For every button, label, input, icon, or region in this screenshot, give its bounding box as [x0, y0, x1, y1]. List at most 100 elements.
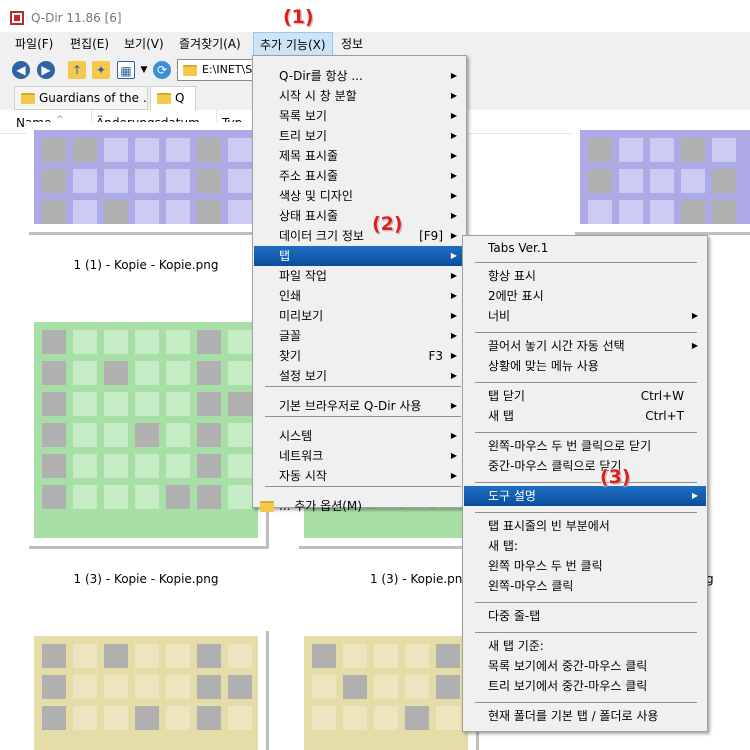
submenu-arrow-icon: ▶	[450, 331, 457, 340]
back-icon[interactable]: ◀	[12, 61, 30, 79]
tab-guardians[interactable]: Guardians of the ...	[14, 86, 148, 110]
tab-submenu-item-2[interactable]: 항상 표시	[464, 266, 706, 286]
forward-icon[interactable]: ▶	[37, 61, 55, 79]
thumbnail-cell	[42, 423, 66, 447]
thumbnail-cell	[681, 200, 705, 224]
thumbnail-cell	[374, 706, 398, 730]
menu-item-view-settings[interactable]: 설정 보기 ▶	[254, 366, 465, 386]
menu-item-default-browser[interactable]: 기본 브라우저로 Q-Dir 사용 ▶	[254, 396, 465, 416]
menu-item-tabs[interactable]: 탭 ▶	[254, 246, 465, 266]
menu-item-label: 왼쪽-마우스 클릭	[488, 579, 574, 593]
chevron-down-icon[interactable]: ▼	[135, 61, 153, 79]
thumbnail-1-1[interactable]	[26, 122, 266, 232]
thumbnail-cell	[197, 330, 221, 354]
menu-separator	[265, 486, 461, 487]
tab-submenu-item-19[interactable]: 트리 보기에서 중간-마우스 클릭	[464, 676, 706, 696]
thumbnail-cell	[312, 675, 336, 699]
new-folder-icon[interactable]: ✦	[92, 61, 110, 79]
menu-item-split-on-start[interactable]: 시작 시 창 분할 ▶	[254, 86, 465, 106]
tab-submenu-item-8[interactable]: 새 탭 Ctrl+T	[464, 406, 706, 426]
thumbnail-cell	[619, 138, 643, 162]
file-name-label[interactable]: g	[706, 572, 736, 586]
menu-item-print[interactable]: 인쇄 ▶	[254, 286, 465, 306]
tab-submenu-item-9[interactable]: 왼쪽-마우스 두 번 클릭으로 닫기	[464, 436, 706, 456]
tab-submenu-item-12[interactable]: 탭 표시줄의 빈 부분에서	[464, 516, 706, 536]
tab-submenu-item-1[interactable]: Tabs Ver.1	[464, 238, 706, 258]
menu-item-autostart[interactable]: 자동 시작 ▶	[254, 466, 465, 486]
tab-submenu-item-7[interactable]: 탭 닫기 Ctrl+W	[464, 386, 706, 406]
thumbnail-cell	[619, 169, 643, 193]
menu-item-more-options[interactable]: ... 추가 옵션(M)	[254, 496, 465, 516]
thumbnail-cell	[73, 138, 97, 162]
folder-icon	[157, 93, 171, 104]
thumbnail-cell	[712, 169, 736, 193]
tab-submenu-item-11[interactable]: 도구 설명 ▶	[464, 486, 706, 506]
menu-file[interactable]: 파일(F)	[9, 32, 59, 56]
menu-item-colors-design[interactable]: 색상 및 디자인 ▶	[254, 186, 465, 206]
menu-item-network[interactable]: 네트워크 ▶	[254, 446, 465, 466]
thumbnail-cell	[73, 644, 97, 668]
tab-submenu-item-3[interactable]: 2에만 표시	[464, 286, 706, 306]
up-folder-icon[interactable]: ↑	[68, 61, 86, 79]
thumbnail-3-2[interactable]	[296, 628, 476, 750]
tab-submenu-item-4[interactable]: 너비 ▶	[464, 306, 706, 326]
menu-item-data-size-info[interactable]: 데이터 크기 정보 [F9] ▶	[254, 226, 465, 246]
thumbnail-cell	[619, 200, 643, 224]
tab-submenu-item-6[interactable]: 상황에 맞는 메뉴 사용	[464, 356, 706, 376]
menu-extras[interactable]: 추가 기능(X)	[253, 32, 333, 56]
menu-item-tree-view[interactable]: 트리 보기 ▶	[254, 126, 465, 146]
view-mode-icon[interactable]: ▦	[117, 61, 135, 79]
menu-item-find[interactable]: 찾기 F3 ▶	[254, 346, 465, 366]
thumbnail-cell	[104, 423, 128, 447]
menu-info[interactable]: 정보	[335, 32, 369, 56]
tab-q[interactable]: Q	[150, 86, 196, 110]
menu-separator	[475, 482, 697, 483]
tab-submenu-item-14[interactable]: 왼쪽 마우스 두 번 클릭	[464, 556, 706, 576]
tab-submenu-item-17[interactable]: 새 탭 기준:	[464, 636, 706, 656]
menu-item-label: 글꼴	[279, 329, 302, 343]
thumbnail-cell	[104, 392, 128, 416]
menu-item-shortcut: F3	[428, 349, 443, 363]
file-name-label[interactable]: 1 (1) - Kopie - Kopie.png	[16, 258, 276, 272]
menu-item-font[interactable]: 글꼴 ▶	[254, 326, 465, 346]
refresh-icon[interactable]: ⟳	[153, 61, 171, 79]
thumbnail-2-1[interactable]	[26, 314, 266, 546]
menu-item-label: 주소 표시줄	[279, 169, 339, 183]
tab-submenu-item-18[interactable]: 목록 보기에서 중간-마우스 클릭	[464, 656, 706, 676]
annotation-badge-2: (2)	[372, 213, 403, 235]
thumbnail-cell	[166, 675, 190, 699]
thumbnail-cell	[197, 675, 221, 699]
tab-submenu-item-5[interactable]: 끌어서 놓기 시간 자동 선택 ▶	[464, 336, 706, 356]
menu-edit[interactable]: 편집(E)	[64, 32, 115, 56]
submenu-arrow-icon: ▶	[450, 251, 457, 260]
menu-item-file-operations[interactable]: 파일 작업 ▶	[254, 266, 465, 286]
menu-item-list-view[interactable]: 목록 보기 ▶	[254, 106, 465, 126]
thumbnail-3-1[interactable]	[26, 628, 266, 750]
thumbnail-1-3[interactable]	[572, 122, 750, 232]
tab-submenu-item-15[interactable]: 왼쪽-마우스 클릭	[464, 576, 706, 596]
menu-item-label: 제목 표시줄	[279, 149, 339, 163]
file-name-label[interactable]: 1 (3) - Kopie - Kopie.png	[16, 572, 276, 586]
tab-submenu-item-16[interactable]: 다중 줄-탭	[464, 606, 706, 626]
menu-item-qdir-always[interactable]: Q-Dir를 항상 ... ▶	[254, 66, 465, 86]
thumbnail-cell	[197, 423, 221, 447]
thumbnail-image	[34, 636, 258, 750]
menu-item-system[interactable]: 시스템 ▶	[254, 426, 465, 446]
thumbnail-image	[34, 130, 258, 224]
menu-item-preview[interactable]: 미리보기 ▶	[254, 306, 465, 326]
menu-item-title-bar[interactable]: 제목 표시줄 ▶	[254, 146, 465, 166]
menu-item-label: 시스템	[279, 429, 313, 443]
folder-icon	[183, 65, 197, 76]
menu-favorites[interactable]: 즐겨찾기(A)	[173, 32, 247, 56]
menu-item-status-bar[interactable]: 상태 표시줄 ▶	[254, 206, 465, 226]
tab-submenu-item-20[interactable]: 현재 폴더를 기본 탭 / 폴더로 사용	[464, 706, 706, 726]
menu-item-address-bar[interactable]: 주소 표시줄 ▶	[254, 166, 465, 186]
thumbnail-cell	[104, 361, 128, 385]
thumbnail-cell	[166, 423, 190, 447]
menu-view[interactable]: 보기(V)	[118, 32, 170, 56]
tab-submenu-item-10[interactable]: 중간-마우스 클릭으로 닫기	[464, 456, 706, 476]
tab-submenu-item-13[interactable]: 새 탭:	[464, 536, 706, 556]
tab-submenu: Tabs Ver.1 항상 표시 2에만 표시 너비 ▶ 끌어서 놓기 시간 자동 선택 ▶…	[462, 235, 708, 732]
menu-item-label: 설정 보기	[279, 369, 327, 383]
thumbnail-cell	[436, 675, 460, 699]
